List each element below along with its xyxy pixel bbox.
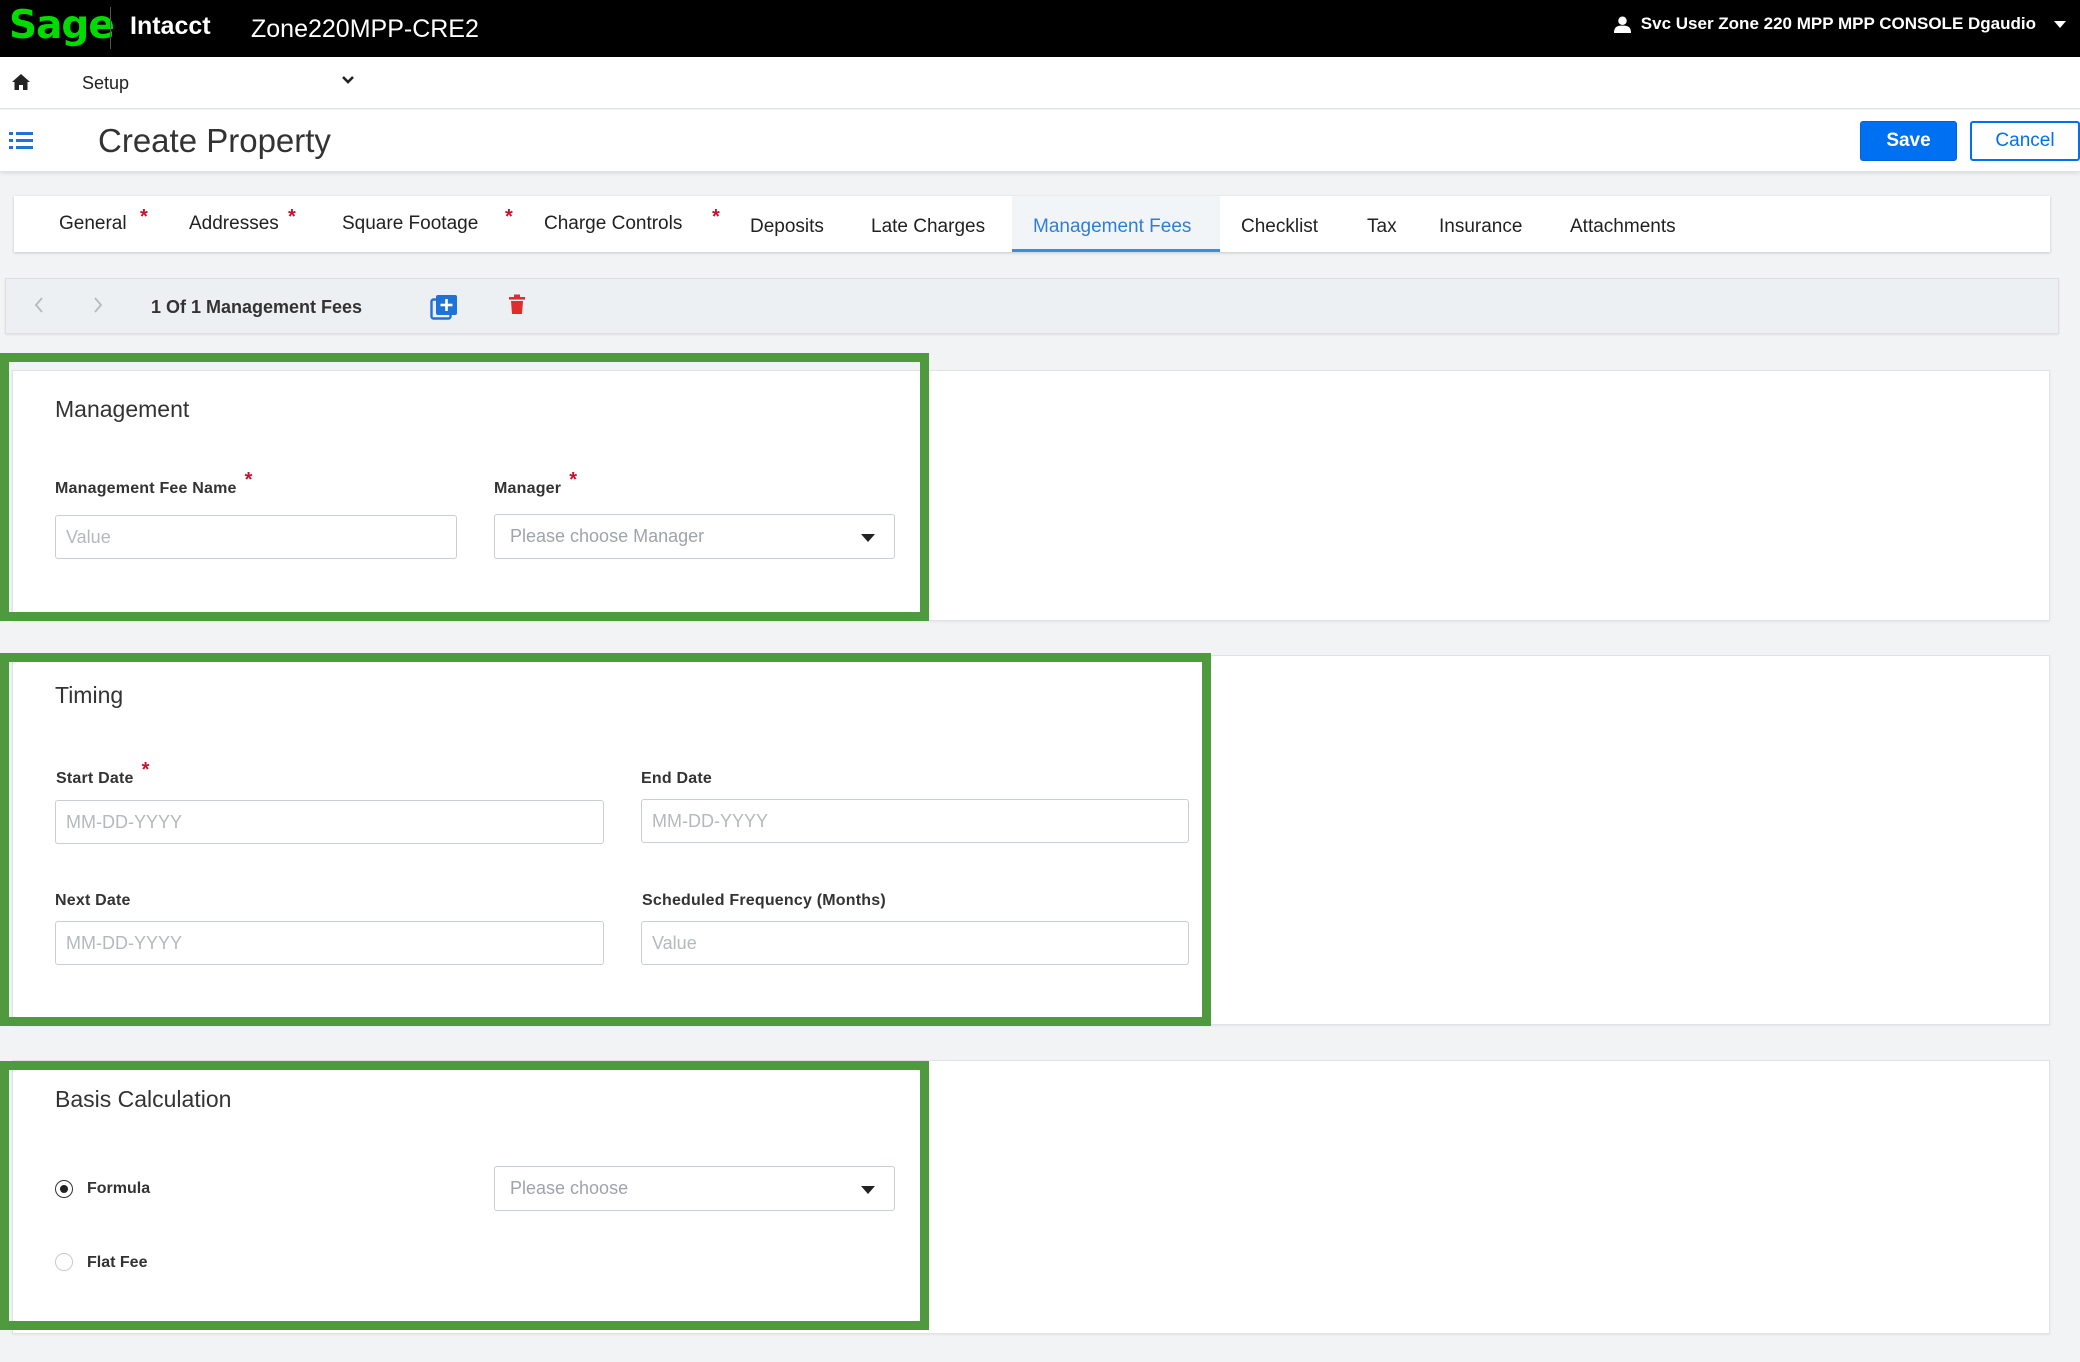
add-record-icon[interactable] xyxy=(430,294,458,320)
required-marker: * xyxy=(288,206,296,228)
tab-label: Square Footage xyxy=(342,213,479,234)
tab-label: Charge Controls xyxy=(544,213,683,234)
formula-radio[interactable] xyxy=(55,1180,73,1198)
flat-fee-radio-label[interactable]: Flat Fee xyxy=(87,1254,147,1272)
caret-down-icon xyxy=(2054,20,2066,28)
required-marker: * xyxy=(712,206,720,228)
scheduled-frequency-label: Scheduled Frequency (Months) xyxy=(642,892,886,909)
label-text: Manager xyxy=(494,480,562,497)
manager-select-placeholder: Please choose Manager xyxy=(510,526,705,546)
end-date-input[interactable] xyxy=(641,799,1189,843)
management-fee-name-label: Management Fee Name * xyxy=(55,469,253,499)
tab-label: Checklist xyxy=(1241,216,1319,237)
page-header: Create Property Save Cancel xyxy=(0,110,2080,172)
user-name: Svc User Zone 220 MPP MPP CONSOLE Dgaudi… xyxy=(1640,14,2036,33)
nav-bar: Setup xyxy=(0,57,2080,109)
tab-label: General xyxy=(59,213,127,234)
required-marker: * xyxy=(141,759,150,781)
list-menu-icon[interactable] xyxy=(9,130,35,152)
basis-calculation-section xyxy=(12,1060,2050,1334)
next-date-input[interactable] xyxy=(55,921,604,965)
required-marker: * xyxy=(244,469,253,491)
logo-divider xyxy=(110,7,111,49)
sage-logo[interactable]: Sage xyxy=(9,4,115,52)
tab-label: Deposits xyxy=(750,216,824,237)
required-marker: * xyxy=(140,206,148,228)
formula-select-placeholder: Please choose xyxy=(510,1178,629,1198)
tab-label: Management Fees xyxy=(1033,216,1192,237)
caret-down-icon xyxy=(861,1186,875,1194)
tab-label: Insurance xyxy=(1439,216,1523,237)
trash-icon[interactable] xyxy=(508,294,526,316)
company-name[interactable]: Zone220MPP-CRE2 xyxy=(251,15,479,44)
flat-fee-radio[interactable] xyxy=(55,1253,73,1271)
record-count: 1 Of 1 Management Fees xyxy=(151,297,363,317)
label-text: Start Date xyxy=(56,770,134,787)
end-date-label: End Date xyxy=(641,770,712,787)
product-name: Intacct xyxy=(130,12,211,40)
page-title: Create Property xyxy=(98,122,331,159)
user-icon xyxy=(1613,16,1631,33)
tab-label: Late Charges xyxy=(871,216,986,237)
tab-label: Addresses xyxy=(189,213,279,234)
save-button[interactable]: Save xyxy=(1860,121,1957,161)
management-section xyxy=(12,370,2050,621)
required-marker: * xyxy=(569,469,578,491)
user-menu[interactable]: Svc User Zone 220 MPP MPP CONSOLE Dgaudi… xyxy=(1613,14,2066,34)
formula-select[interactable]: Please choose xyxy=(494,1166,895,1211)
tab-management-fees[interactable]: Management Fees xyxy=(1012,196,1220,252)
manager-label: Manager * xyxy=(494,469,577,499)
management-fee-name-input[interactable] xyxy=(55,515,457,559)
caret-down-icon xyxy=(861,534,875,542)
formula-radio-label[interactable]: Formula xyxy=(87,1180,150,1198)
scheduled-frequency-input[interactable] xyxy=(641,921,1189,965)
section-title-timing: Timing xyxy=(55,682,124,708)
top-bar: Sage Intacct Zone220MPP-CRE2 Svc User Zo… xyxy=(0,0,2080,57)
required-marker: * xyxy=(505,206,513,228)
home-icon[interactable] xyxy=(11,73,31,91)
start-date-label: Start Date * xyxy=(56,759,150,789)
nav-menu-setup[interactable]: Setup xyxy=(82,73,129,94)
chevron-left-icon[interactable] xyxy=(32,294,46,316)
start-date-input[interactable] xyxy=(55,800,604,844)
record-toolbar: 1 Of 1 Management Fees xyxy=(5,278,2059,334)
chevron-down-icon[interactable] xyxy=(341,75,355,85)
chevron-right-icon[interactable] xyxy=(91,294,105,316)
manager-select[interactable]: Please choose Manager xyxy=(494,514,895,559)
next-date-label: Next Date xyxy=(55,892,131,909)
tab-bar: General * Addresses * Square Footage * C… xyxy=(14,196,2050,252)
tab-label: Tax xyxy=(1367,216,1397,237)
cancel-button[interactable]: Cancel xyxy=(1970,121,2080,161)
section-title-basis-calculation: Basis Calculation xyxy=(55,1086,232,1112)
label-text: Management Fee Name xyxy=(55,480,237,497)
tab-label: Attachments xyxy=(1570,216,1676,237)
section-title-management: Management xyxy=(55,396,190,422)
